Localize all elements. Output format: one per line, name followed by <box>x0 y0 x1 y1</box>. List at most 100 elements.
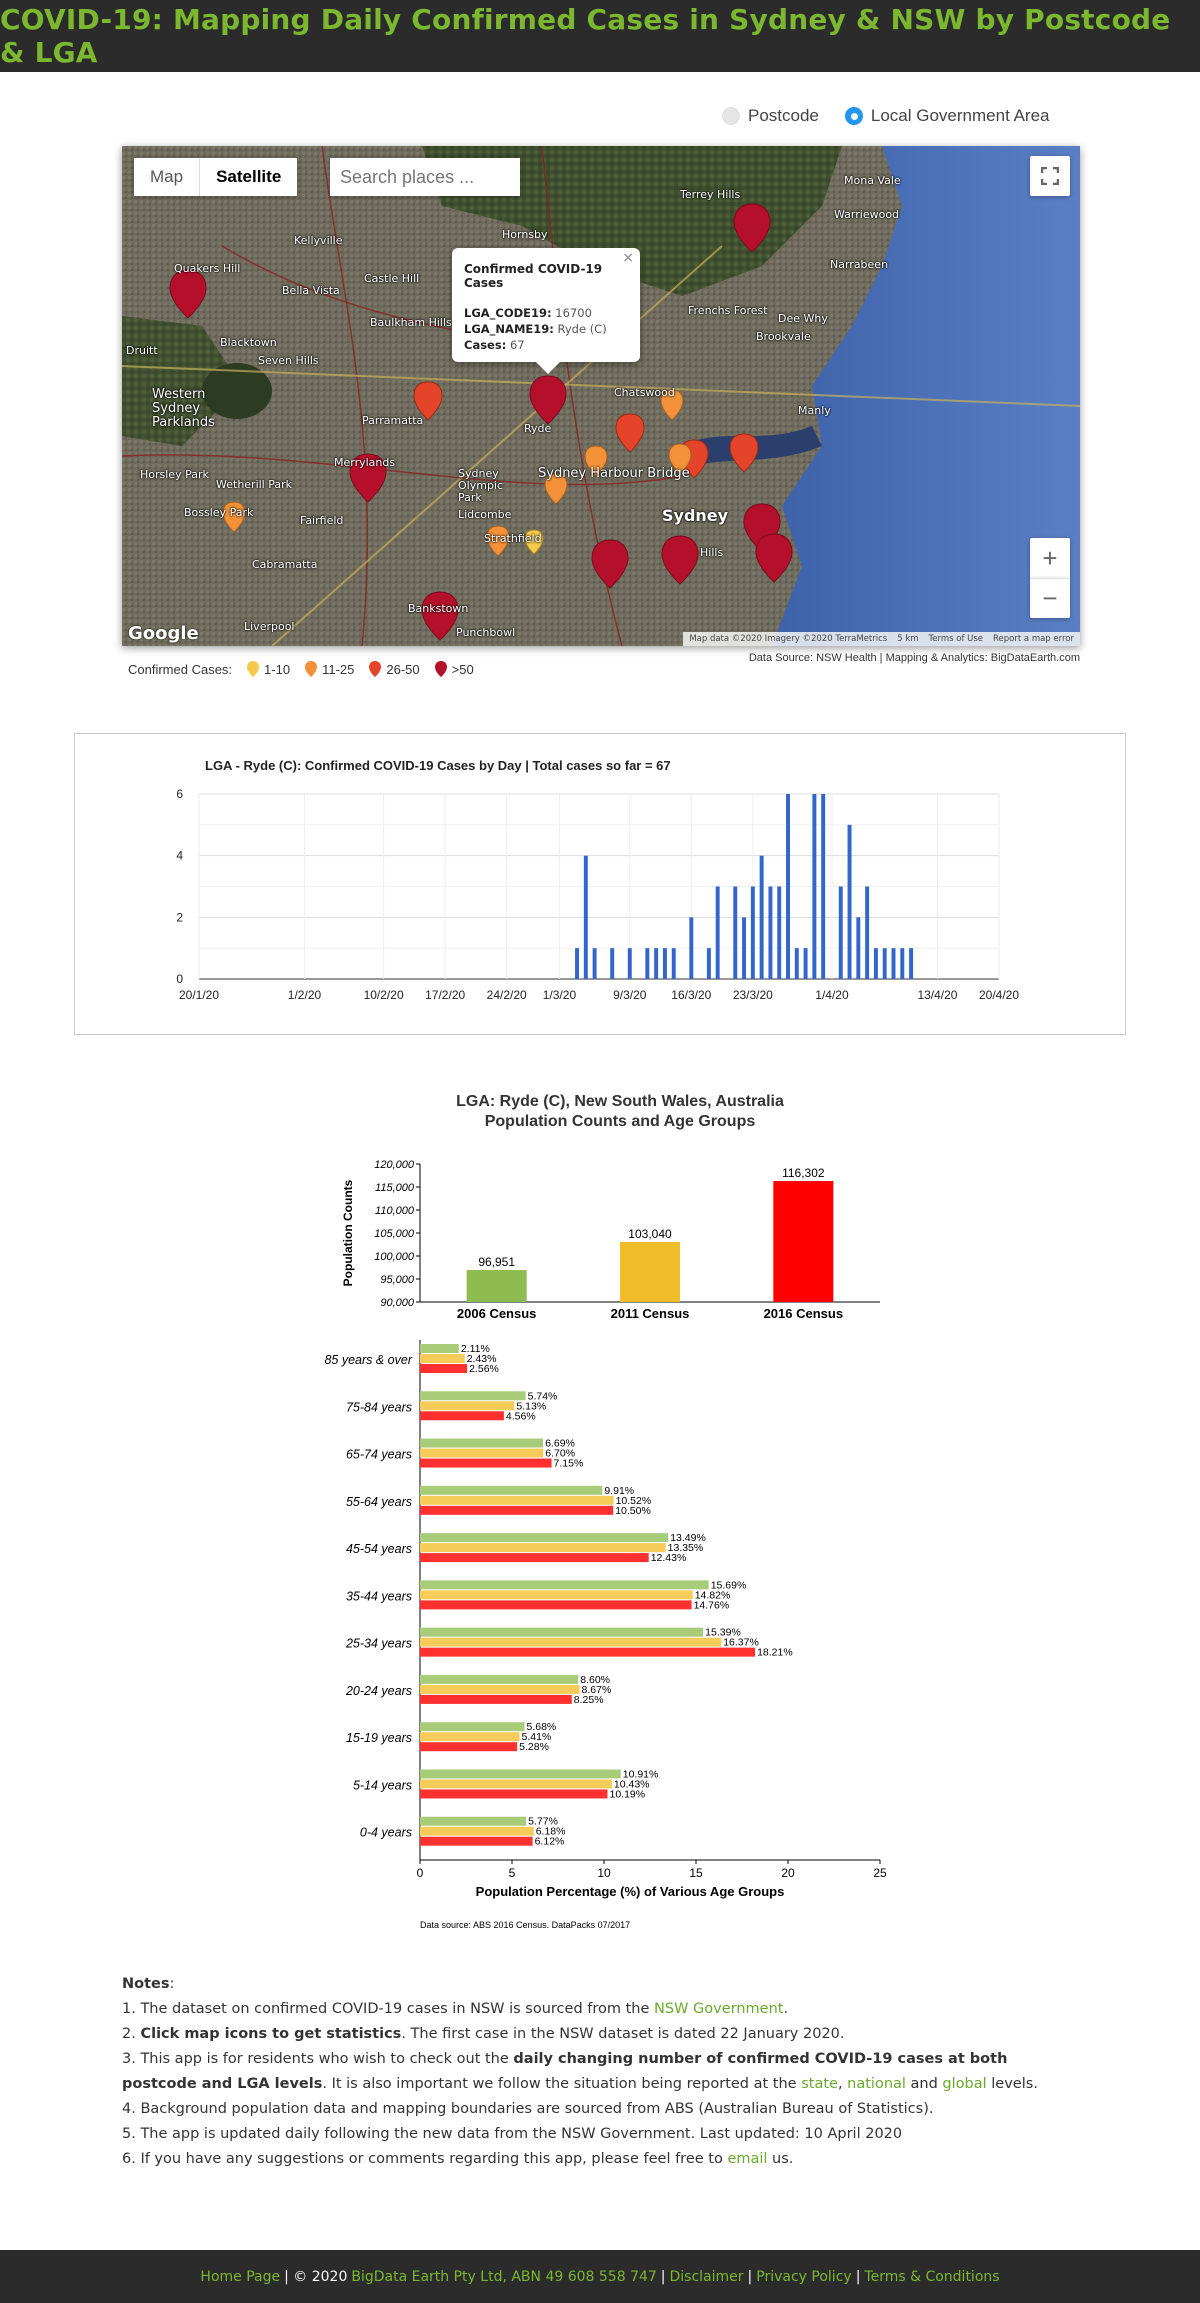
terms-conditions-link[interactable]: Terms & Conditions <box>864 2269 999 2285</box>
age-bar[interactable] <box>420 1779 612 1789</box>
case-bar[interactable] <box>750 886 755 980</box>
case-bar[interactable] <box>627 948 632 979</box>
case-bar[interactable] <box>575 948 579 979</box>
case-bar[interactable] <box>821 794 826 979</box>
map-view[interactable]: Terrey Hills Mona Vale Warriewood Hornsb… <box>122 146 1080 646</box>
age-bar[interactable] <box>420 1495 614 1505</box>
age-bar[interactable] <box>420 1674 579 1684</box>
age-bar[interactable] <box>420 1600 692 1610</box>
case-bar[interactable] <box>838 886 843 980</box>
case-bar[interactable] <box>873 948 878 979</box>
age-bar[interactable] <box>420 1354 465 1363</box>
age-bar[interactable] <box>420 1448 544 1458</box>
case-bar[interactable] <box>759 855 764 979</box>
case-bar[interactable] <box>689 917 694 979</box>
case-bar[interactable] <box>715 886 720 980</box>
age-bar[interactable] <box>420 1391 526 1401</box>
case-bar[interactable] <box>812 794 817 979</box>
age-bar[interactable] <box>420 1438 544 1448</box>
age-bar[interactable] <box>420 1553 649 1563</box>
age-bar[interactable] <box>420 1580 709 1590</box>
lga-radio-label[interactable]: Local Government Area <box>871 106 1050 126</box>
privacy-policy-link[interactable]: Privacy Policy <box>756 2269 851 2285</box>
case-bar[interactable] <box>891 948 896 979</box>
case-bar[interactable] <box>847 824 852 979</box>
global-link[interactable]: global <box>942 2076 986 2092</box>
age-bar[interactable] <box>420 1344 459 1353</box>
zoom-in-button[interactable]: + <box>1030 538 1070 578</box>
age-bar[interactable] <box>420 1590 693 1600</box>
age-bar[interactable] <box>420 1722 525 1732</box>
map-scale[interactable]: 5 km <box>897 634 918 644</box>
case-bar[interactable] <box>786 794 790 979</box>
age-bar[interactable] <box>420 1458 552 1468</box>
case-bar[interactable] <box>592 948 597 979</box>
case-bar[interactable] <box>583 855 588 979</box>
satellite-map-background[interactable] <box>122 146 1080 646</box>
case-bar[interactable] <box>706 948 711 979</box>
age-bar[interactable] <box>420 1836 533 1846</box>
nsw-government-link[interactable]: NSW Government <box>654 2001 783 2017</box>
place-label: Ryde <box>524 422 552 435</box>
terms-of-use-link[interactable]: Terms of Use <box>929 634 984 644</box>
state-link[interactable]: state <box>801 2076 838 2092</box>
company-link[interactable]: BigData Earth Pty Ltd, ABN 49 608 558 74… <box>351 2269 656 2285</box>
close-icon[interactable]: × <box>622 250 634 266</box>
disclaimer-link[interactable]: Disclaimer <box>670 2269 744 2285</box>
case-bar[interactable] <box>856 917 861 979</box>
map-type-satellite-button[interactable]: Satellite <box>199 158 298 196</box>
population-bar[interactable] <box>773 1181 834 1302</box>
case-bar[interactable] <box>865 886 870 980</box>
lga-radio-option[interactable]: Local Government Area <box>844 106 1050 126</box>
age-bar[interactable] <box>420 1742 518 1752</box>
case-bar[interactable] <box>909 948 914 979</box>
case-bar[interactable] <box>671 948 676 979</box>
population-bar[interactable] <box>620 1242 680 1302</box>
case-bar[interactable] <box>882 948 887 979</box>
age-bar[interactable] <box>420 1401 515 1411</box>
age-bar[interactable] <box>420 1826 534 1836</box>
age-bar[interactable] <box>420 1816 527 1826</box>
age-bar[interactable] <box>420 1637 722 1647</box>
age-bar[interactable] <box>420 1411 504 1421</box>
age-bar[interactable] <box>420 1627 704 1637</box>
map-type-map-button[interactable]: Map <box>134 158 200 196</box>
zoom-out-button[interactable]: − <box>1030 578 1070 618</box>
age-bar-label: 10.19% <box>609 1788 645 1800</box>
case-bar[interactable] <box>794 948 799 979</box>
postcode-radio-option[interactable]: Postcode <box>722 106 819 126</box>
case-bar[interactable] <box>768 886 773 980</box>
age-bar[interactable] <box>420 1485 603 1495</box>
age-bar[interactable] <box>420 1694 572 1704</box>
age-bar[interactable] <box>420 1543 666 1553</box>
age-bar[interactable] <box>420 1684 580 1694</box>
age-bar[interactable] <box>420 1647 756 1657</box>
lga-radio[interactable] <box>844 107 863 125</box>
case-bar[interactable] <box>742 917 747 979</box>
case-bar[interactable] <box>900 948 905 979</box>
age-bar[interactable] <box>420 1769 621 1779</box>
home-page-link[interactable]: Home Page <box>200 2269 280 2285</box>
case-bar[interactable] <box>777 886 782 980</box>
age-bar[interactable] <box>420 1505 614 1515</box>
x-tick-label: 16/3/20 <box>671 988 711 1002</box>
postcode-radio[interactable] <box>722 107 740 125</box>
postcode-radio-label[interactable]: Postcode <box>748 106 819 126</box>
case-bar[interactable] <box>662 948 667 979</box>
national-link[interactable]: national <box>847 2076 906 2092</box>
case-bar[interactable] <box>803 948 808 979</box>
age-bar[interactable] <box>420 1789 608 1799</box>
case-bar[interactable] <box>654 948 659 979</box>
age-bar[interactable] <box>420 1364 468 1373</box>
search-places-input[interactable] <box>330 158 520 196</box>
age-bar-label: 12.43% <box>651 1552 687 1564</box>
report-map-error-link[interactable]: Report a map error <box>993 634 1074 644</box>
case-bar[interactable] <box>645 948 650 979</box>
fullscreen-button[interactable] <box>1030 156 1070 196</box>
population-bar[interactable] <box>466 1270 527 1302</box>
age-bar[interactable] <box>420 1533 669 1543</box>
age-bar[interactable] <box>420 1732 520 1742</box>
email-link[interactable]: email <box>727 2151 767 2167</box>
case-bar[interactable] <box>610 948 615 979</box>
case-bar[interactable] <box>733 886 738 980</box>
